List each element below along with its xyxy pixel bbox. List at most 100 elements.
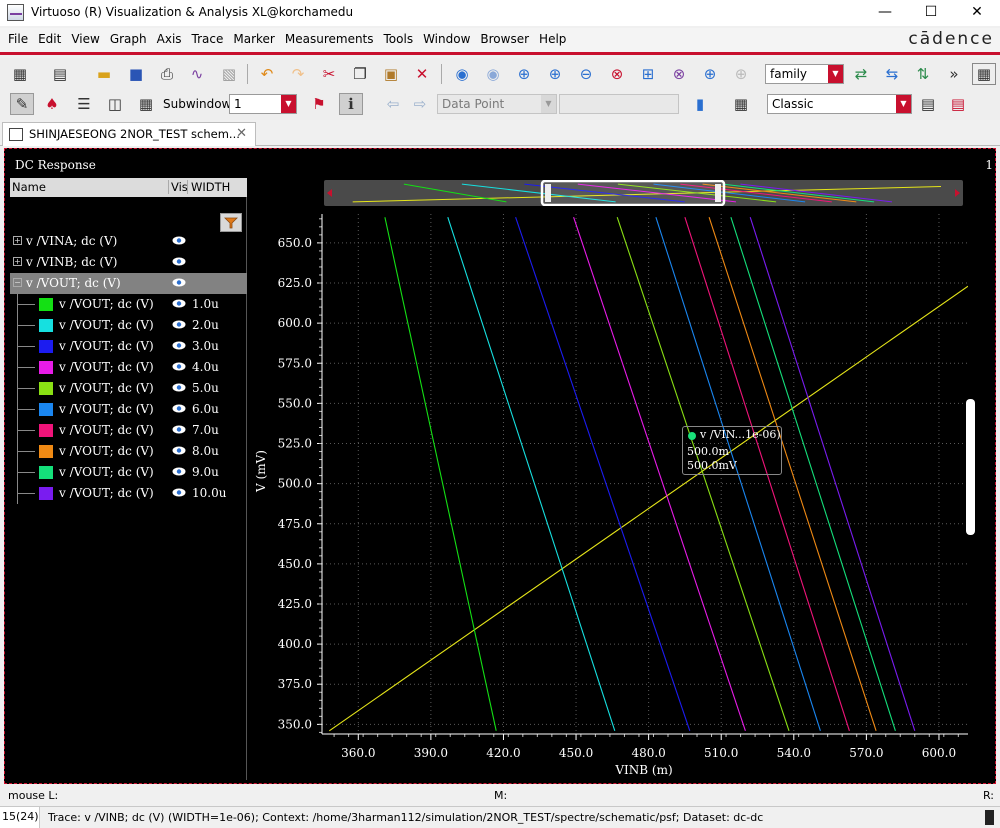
data-marker[interactable]: v /VIN...1e-06) 500.0m 500.0mV — [682, 426, 782, 475]
save-icon[interactable]: ■ — [124, 63, 148, 85]
tree-item-vout-child[interactable]: v /VOUT; dc (V) 5.0u — [10, 378, 247, 399]
tree-item-vout-child[interactable]: v /VOUT; dc (V) 1.0u — [10, 294, 247, 315]
flag-icon[interactable]: ⚑ — [307, 93, 331, 115]
calculator-icon[interactable]: ▦ — [729, 93, 753, 115]
zoom-disabled-icon[interactable]: ⊕ — [729, 63, 753, 85]
new-subwindow-icon[interactable]: ▤ — [48, 63, 72, 85]
eye-icon[interactable] — [172, 488, 186, 497]
stack-icon[interactable]: ⇅ — [911, 63, 935, 85]
status-scrollbar[interactable] — [985, 810, 994, 825]
eye-icon[interactable] — [172, 467, 186, 476]
color-swatch[interactable] — [39, 361, 53, 374]
tree-item-vout-child[interactable]: v /VOUT; dc (V) 3.0u — [10, 336, 247, 357]
minimize-button[interactable]: — — [862, 0, 908, 26]
eye-icon[interactable] — [172, 446, 186, 455]
zoom-forward-icon[interactable]: ◉ — [481, 63, 505, 85]
tree-item-vout[interactable]: − v /VOUT; dc (V) — [10, 273, 247, 294]
color-swatch[interactable] — [39, 445, 53, 458]
strip-icon[interactable]: ⇆ — [880, 63, 904, 85]
more-icon[interactable]: » — [942, 63, 966, 85]
menu-trace[interactable]: Trace — [192, 32, 224, 46]
menu-tools[interactable]: Tools — [384, 32, 414, 46]
color-swatch[interactable] — [39, 298, 53, 311]
plot-overview-strip[interactable] — [324, 180, 963, 206]
header-vis[interactable]: Vis — [168, 180, 188, 194]
print-icon[interactable]: ⎙ — [155, 63, 179, 85]
redo-icon[interactable]: ↷ — [286, 63, 310, 85]
viewport-right-handle[interactable] — [715, 184, 721, 202]
tab-close-icon[interactable]: ✕ — [236, 126, 247, 141]
paste-icon[interactable]: ▣ — [379, 63, 403, 85]
family-select[interactable]: family ▼ — [765, 64, 844, 84]
color-swatch[interactable] — [39, 466, 53, 479]
histogram-icon[interactable]: ▮ — [688, 93, 712, 115]
zoom-box-icon[interactable]: ⊞ — [636, 63, 660, 85]
menu-help[interactable]: Help — [539, 32, 566, 46]
scroll-left-icon[interactable] — [327, 189, 332, 197]
tab-schematic[interactable]: SHINJAESEONG 2NOR_TEST schem... ✕ — [2, 122, 256, 146]
viewport-left-handle[interactable] — [545, 184, 551, 202]
scroll-right-icon[interactable] — [955, 189, 960, 197]
menu-edit[interactable]: Edit — [38, 32, 61, 46]
header-width[interactable]: WIDTH — [187, 180, 230, 194]
delete-icon[interactable]: ✕ — [410, 63, 434, 85]
zoom-out-icon[interactable]: ⊖ — [574, 63, 598, 85]
collapse-icon[interactable]: − — [13, 278, 22, 287]
eye-icon[interactable] — [172, 404, 186, 413]
zoom-y-icon[interactable]: ⊗ — [667, 63, 691, 85]
arrow-left-icon[interactable]: ⇦ — [381, 93, 405, 115]
zoom-x-icon[interactable]: ⊗ — [605, 63, 629, 85]
close-button[interactable]: ✕ — [954, 0, 1000, 26]
tree-item-vout-child[interactable]: v /VOUT; dc (V) 10.0u — [10, 483, 247, 504]
tree-item-vout-child[interactable]: v /VOUT; dc (V) 6.0u — [10, 399, 247, 420]
eye-icon[interactable] — [172, 362, 186, 371]
eye-icon[interactable] — [172, 383, 186, 392]
menu-browser[interactable]: Browser — [480, 32, 529, 46]
classic-select[interactable]: Classic ▼ — [767, 94, 912, 114]
zoom-xy-icon[interactable]: ⊕ — [698, 63, 722, 85]
plot-scrollbar[interactable] — [966, 399, 975, 535]
tree-item-vout-child[interactable]: v /VOUT; dc (V) 7.0u — [10, 420, 247, 441]
zoom-fit-icon[interactable]: ⊕ — [543, 63, 567, 85]
eye-icon[interactable] — [172, 320, 186, 329]
menu-file[interactable]: File — [8, 32, 28, 46]
maximize-button[interactable]: ☐ — [908, 0, 954, 26]
color-swatch[interactable] — [39, 424, 53, 437]
color-swatch[interactable] — [39, 382, 53, 395]
info-icon[interactable]: ℹ — [339, 93, 363, 115]
cut-icon[interactable]: ✂ — [317, 63, 341, 85]
header-name[interactable]: Name — [12, 180, 46, 194]
table-icon[interactable]: ▧ — [217, 63, 241, 85]
data-point-select[interactable]: Data Point ▼ — [437, 94, 557, 114]
copy-icon[interactable]: ❐ — [348, 63, 372, 85]
plot-icon[interactable]: ∿ — [185, 63, 209, 85]
color-swatch[interactable] — [39, 487, 53, 500]
delete-style-icon[interactable]: ▤ — [946, 93, 970, 115]
menu-axis[interactable]: Axis — [157, 32, 182, 46]
cards-icon[interactable]: ♠ — [40, 93, 64, 115]
subwindow-select[interactable]: 1 ▼ — [229, 94, 297, 114]
tree-item-vina[interactable]: + v /VINA; dc (V) — [10, 231, 247, 252]
eye-icon[interactable] — [172, 278, 186, 287]
eye-icon[interactable] — [172, 425, 186, 434]
eye-icon[interactable] — [172, 236, 186, 245]
grid-icon[interactable]: ▦ — [972, 63, 996, 85]
expand-icon[interactable]: + — [13, 236, 22, 245]
horizontal-split-icon[interactable]: ☰ — [72, 93, 96, 115]
magic-wand-icon[interactable]: ✎ — [10, 93, 34, 115]
arrow-right-icon[interactable]: ⇨ — [408, 93, 432, 115]
tree-item-vout-child[interactable]: v /VOUT; dc (V) 8.0u — [10, 441, 247, 462]
undo-icon[interactable]: ↶ — [255, 63, 279, 85]
eye-icon[interactable] — [172, 341, 186, 350]
zoom-back-icon[interactable]: ◉ — [450, 63, 474, 85]
zoom-in-icon[interactable]: ⊕ — [512, 63, 536, 85]
dc-response-plot[interactable]: 360.0 390.0 420.0 450.0 480.0 510.0 540.0 570.0… — [248, 207, 968, 787]
menu-view[interactable]: View — [71, 32, 99, 46]
data-point-field[interactable] — [559, 94, 679, 114]
tree-item-vinb[interactable]: + v /VINB; dc (V) — [10, 252, 247, 273]
eye-icon[interactable] — [172, 257, 186, 266]
menu-graph[interactable]: Graph — [110, 32, 147, 46]
expand-icon[interactable]: + — [13, 257, 22, 266]
grid-split-icon[interactable]: ▦ — [134, 93, 158, 115]
menu-measurements[interactable]: Measurements — [285, 32, 374, 46]
